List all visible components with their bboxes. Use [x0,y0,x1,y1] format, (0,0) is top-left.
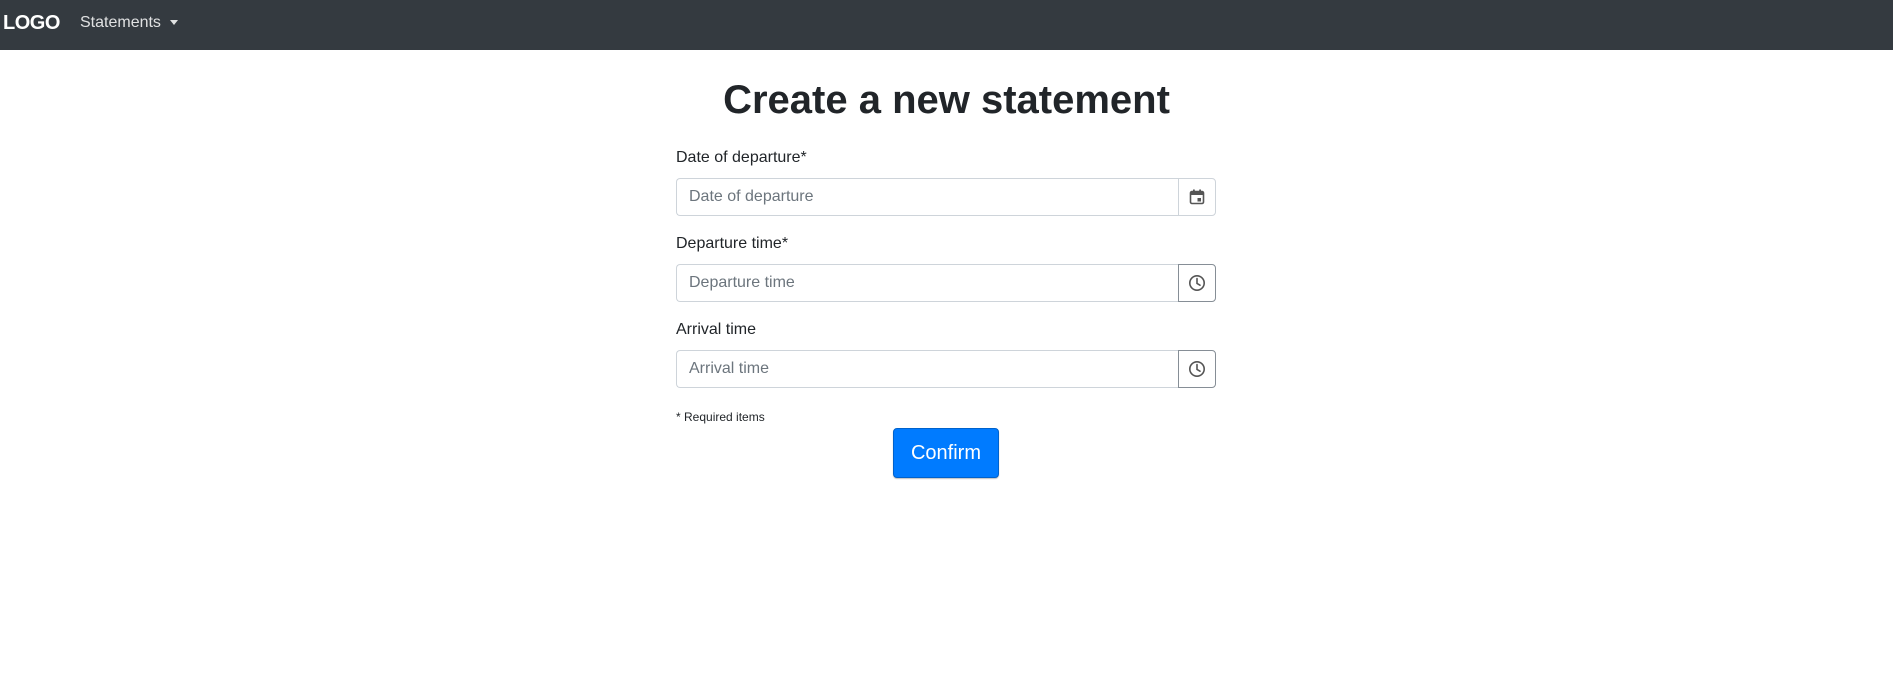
date-of-departure-input[interactable] [676,178,1178,216]
clock-icon [1189,361,1205,377]
departure-time-label: Departure time* [676,235,789,252]
page-title: Create a new statement [723,78,1170,122]
clock-icon [1189,275,1205,291]
required-items-note: * Required items [676,410,765,424]
arrival-time-picker-button[interactable] [1178,350,1216,388]
date-of-departure-label: Date of departure* [676,149,807,166]
top-navbar: LOGO Statements [0,0,1893,50]
calendar-icon [1189,189,1205,205]
departure-time-input[interactable] [676,264,1178,302]
arrival-time-group [676,350,1216,388]
departure-time-picker-button[interactable] [1178,264,1216,302]
brand-logo[interactable]: LOGO [3,12,60,34]
arrival-time-label: Arrival time [676,321,757,338]
caret-down-icon [169,19,178,25]
arrival-time-input[interactable] [676,350,1178,388]
statements-dropdown-label: Statements [80,14,161,31]
statements-dropdown[interactable]: Statements [80,14,178,32]
departure-time-group [676,264,1216,302]
date-picker-button[interactable] [1178,178,1216,216]
confirm-button[interactable]: Confirm [893,428,999,478]
date-of-departure-group [676,178,1216,216]
